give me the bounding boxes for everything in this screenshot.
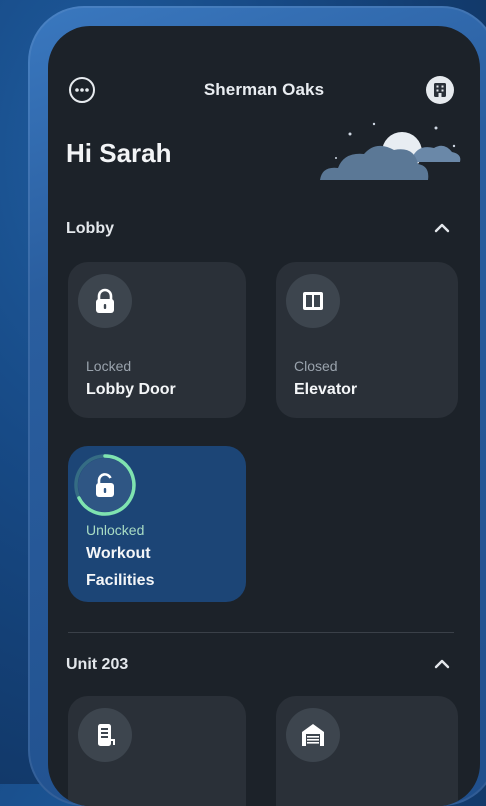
chevron-up-icon[interactable]	[432, 654, 452, 674]
elevator-card[interactable]: Closed Elevator	[276, 262, 458, 418]
location-title[interactable]: Sherman Oaks	[48, 80, 480, 100]
lock-button[interactable]	[78, 274, 132, 328]
building-button[interactable]	[426, 76, 454, 104]
section-label-unit-203: Unit 203	[66, 656, 129, 673]
unit-smart-lock-card[interactable]	[68, 696, 246, 806]
app-screen: Sherman Oaks Hi Sarah Lobby Locked Lobby…	[48, 26, 480, 806]
smart-lock-keypad-icon	[98, 724, 115, 746]
greeting: Hi Sarah	[66, 138, 172, 168]
elevator-icon	[303, 292, 323, 310]
lock-icon	[96, 288, 114, 313]
lobby-door-card[interactable]: Locked Lobby Door	[68, 262, 246, 418]
building-icon	[434, 83, 446, 97]
section-divider	[68, 632, 454, 633]
card-status: Locked	[86, 358, 132, 374]
garage-icon	[302, 724, 324, 746]
card-name: Elevator	[294, 381, 358, 398]
section-label-lobby: Lobby	[66, 220, 114, 237]
unit-garage-card[interactable]	[276, 696, 458, 806]
garage-button[interactable]	[286, 708, 340, 762]
workout-facilities-card[interactable]: Unlocked Workout Facilities	[68, 446, 246, 602]
night-cloud-moon-icon	[320, 122, 461, 180]
elevator-button[interactable]	[286, 274, 340, 328]
unlock-progress-ring	[74, 454, 136, 516]
smart-lock-button[interactable]	[78, 708, 132, 762]
card-status: Unlocked	[86, 522, 145, 538]
card-name-line2: Facilities	[86, 572, 155, 589]
card-name: Lobby Door	[86, 381, 176, 398]
card-status: Closed	[294, 358, 338, 374]
card-name-line1: Workout	[86, 545, 151, 562]
chevron-up-icon[interactable]	[432, 218, 452, 238]
